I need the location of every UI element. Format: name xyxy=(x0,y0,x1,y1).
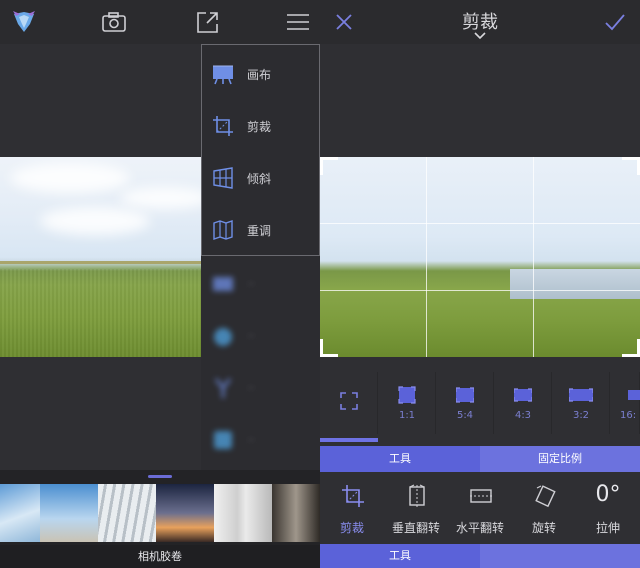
flip-horizontal-icon xyxy=(470,489,492,503)
share-icon[interactable] xyxy=(194,8,222,36)
menu-item-label: 剪裁 xyxy=(247,119,272,134)
photo-thumbnail[interactable] xyxy=(272,484,320,542)
ratio-option-4-3[interactable]: 4:3 xyxy=(494,372,552,434)
filter-icon xyxy=(214,328,232,346)
ratio-scroll-indicator xyxy=(320,438,378,442)
thumbnail-strip xyxy=(0,484,320,542)
reshape-icon xyxy=(213,220,233,240)
crop-icon xyxy=(342,485,364,507)
tool-label: 水平翻转 xyxy=(455,521,504,535)
crop-preview-photo[interactable] xyxy=(320,157,640,357)
bottom-tab-tools[interactable]: 工具 xyxy=(320,544,480,568)
menu-item-blurred[interactable]: ·· xyxy=(201,414,320,466)
tab-tools[interactable]: 工具 xyxy=(320,446,480,472)
screen: 画布 剪裁 倾斜 重调 ·· ·· ·· ·· 相机胶卷 剪裁 1:1 5:4 … xyxy=(0,0,640,568)
ratio-option-16-9[interactable]: 16: xyxy=(610,372,640,434)
ratio-5-4-icon xyxy=(456,387,474,403)
tool-crop[interactable]: 剪裁 xyxy=(320,478,384,540)
ratio-1-1-icon xyxy=(398,386,416,404)
menu-icon[interactable] xyxy=(284,8,312,36)
tool-flip-horizontal[interactable]: 水平翻转 xyxy=(448,478,512,540)
crop-handle-bottom-left[interactable] xyxy=(320,339,338,357)
camera-icon[interactable] xyxy=(100,8,128,36)
tool-flip-vertical[interactable]: 垂直翻转 xyxy=(384,478,448,540)
ratio-label: 1:1 xyxy=(398,410,416,421)
photo-thumbnail[interactable] xyxy=(214,484,272,542)
ratio-option-3-2[interactable]: 3:2 xyxy=(552,372,610,434)
menu-item-canvas[interactable]: 画布 xyxy=(201,48,320,100)
crop-icon xyxy=(213,116,233,136)
editor-home-panel: 画布 剪裁 倾斜 重调 ·· ·· ·· ·· 相机胶卷 xyxy=(0,0,320,568)
menu-item-blurred[interactable]: ·· xyxy=(201,362,320,414)
crop-handle-top-right[interactable] xyxy=(622,157,640,175)
crop-handle-bottom-right[interactable] xyxy=(622,339,640,357)
ratio-16-9-icon xyxy=(628,390,640,400)
tool-label: 拉伸 xyxy=(595,521,620,535)
page-title: 剪裁 xyxy=(462,12,498,33)
tool-rotate[interactable]: 旋转 xyxy=(512,478,576,540)
bottom-tab-bar: 工具 xyxy=(320,544,640,568)
flip-vertical-icon xyxy=(409,484,425,507)
free-crop-icon xyxy=(340,392,358,410)
menu-item-label: 倾斜 xyxy=(247,171,272,186)
crop-mode-tabs: 工具 固定比例 xyxy=(320,446,640,472)
menu-item-label: 重调 xyxy=(247,223,272,238)
edit-menu: 画布 剪裁 倾斜 重调 ·· ·· ·· ·· xyxy=(201,44,320,470)
menu-item-perspective[interactable]: 倾斜 xyxy=(201,152,320,204)
menu-item-label: 画布 xyxy=(247,67,272,82)
drag-handle[interactable] xyxy=(148,475,172,478)
camera-roll-label[interactable]: 相机胶卷 xyxy=(0,545,320,568)
menu-item-blurred[interactable]: ·· xyxy=(201,310,320,362)
app-logo-icon[interactable] xyxy=(10,8,38,36)
tool-label: 旋转 xyxy=(531,521,556,535)
tool-label: 剪裁 xyxy=(339,521,364,535)
camera-roll-bar: 相机胶卷 xyxy=(0,470,320,568)
menu-item-crop[interactable]: 剪裁 xyxy=(201,100,320,152)
photo-thumbnail[interactable] xyxy=(40,484,98,542)
crop-handle-top-left[interactable] xyxy=(320,157,338,175)
ratio-option-1-1[interactable]: 1:1 xyxy=(378,372,436,434)
photo-thumbnail[interactable] xyxy=(156,484,214,542)
photo-thumbnail[interactable] xyxy=(98,484,156,542)
picture-icon xyxy=(213,277,233,291)
top-toolbar xyxy=(0,0,320,44)
ratio-label: 5:4 xyxy=(456,410,474,421)
photo-thumbnail[interactable] xyxy=(0,484,40,542)
stretch-value: 0° xyxy=(595,482,621,507)
ratio-label: 3:2 xyxy=(572,410,590,421)
ratio-4-3-icon xyxy=(514,388,532,402)
rotate-icon xyxy=(535,485,556,508)
crop-panel: 剪裁 1:1 5:4 4:3 3:2 16: 工具 固定比例 剪裁 垂直翻转 水… xyxy=(320,0,640,568)
tab-fixed-ratio[interactable]: 固定比例 xyxy=(480,446,640,472)
art-icon xyxy=(214,431,232,449)
ratio-option-5-4[interactable]: 5:4 xyxy=(436,372,494,434)
tool-stretch[interactable]: 0° 拉伸 xyxy=(576,478,640,540)
menu-item-blurred[interactable]: ·· xyxy=(201,258,320,310)
confirm-check-icon[interactable] xyxy=(604,12,626,32)
chevron-down-icon[interactable] xyxy=(474,32,486,40)
tool-label: 垂直翻转 xyxy=(391,521,440,535)
bottom-tab-empty[interactable] xyxy=(480,544,640,568)
menu-item-reshape[interactable]: 重调 xyxy=(201,204,320,256)
tools-icon xyxy=(214,378,232,398)
canvas-icon xyxy=(213,65,233,85)
ratio-3-2-icon xyxy=(569,388,593,402)
aspect-ratio-strip: 1:1 5:4 4:3 3:2 16: xyxy=(320,372,640,434)
ratio-option-free[interactable] xyxy=(320,372,378,434)
crop-toolbar: 剪裁 xyxy=(320,0,640,44)
ratio-label: 4:3 xyxy=(514,410,532,421)
crop-tools-row: 剪裁 垂直翻转 水平翻转 旋转 0° 拉伸 xyxy=(320,478,640,540)
perspective-icon xyxy=(213,167,233,189)
ratio-label: 16: xyxy=(620,410,637,421)
